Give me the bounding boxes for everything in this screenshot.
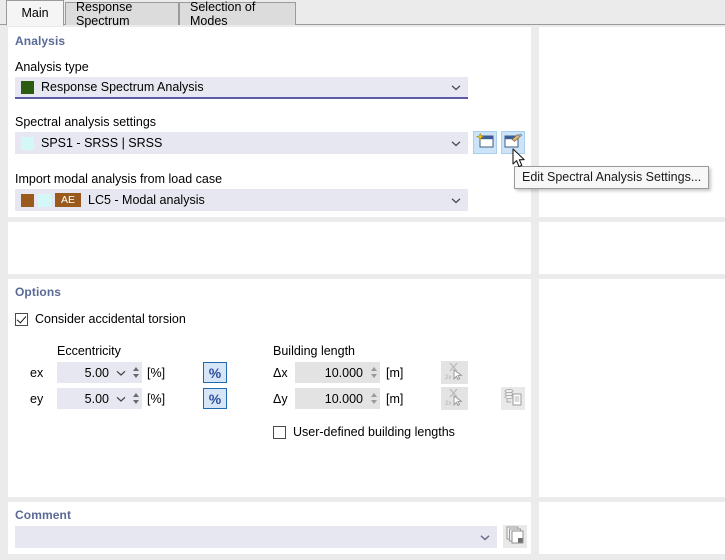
comment-combo[interactable] [15, 526, 497, 548]
building-length-y-stepper[interactable] [367, 389, 380, 408]
edit-spectral-analysis-settings-tooltip: Edit Spectral Analysis Settings... [514, 166, 710, 189]
svg-text:2x: 2x [445, 401, 451, 406]
analysis-type-label: Analysis type [15, 60, 89, 74]
spacer-panel [8, 222, 531, 274]
eccentricity-y-stepper[interactable] [129, 389, 142, 408]
right-panel-middle [539, 222, 725, 274]
eccentricity-y-input[interactable]: 5.00 [57, 388, 142, 409]
building-length-y-value: 10.000 [324, 391, 363, 406]
spectral-settings-color-swatch [21, 136, 34, 150]
building-length-y-input[interactable]: 10.000 [295, 388, 380, 409]
import-modal-analysis-combo[interactable]: AE LC5 - Modal analysis [15, 189, 468, 211]
building-length-x-stepper[interactable] [367, 363, 380, 382]
spectral-analysis-settings-value: SPS1 - SRSS | SRSS [41, 136, 163, 150]
user-defined-building-lengths-checkbox[interactable]: User-defined building lengths [273, 425, 455, 439]
right-panel-options [539, 279, 725, 497]
eccentricity-x-input[interactable]: 5.00 [57, 362, 142, 383]
eccentricity-y-unit: [%] [147, 392, 166, 406]
tab-main-label: Main [21, 6, 49, 20]
import-modal-analysis-label: Import modal analysis from load case [15, 172, 223, 186]
chevron-down-icon[interactable] [451, 139, 461, 148]
spectral-analysis-settings-combo[interactable]: SPS1 - SRSS | SRSS [15, 132, 468, 154]
import-modal-analysis-value: LC5 - Modal analysis [88, 193, 205, 207]
right-panel-comment [539, 502, 725, 554]
pick-from-model-icon: 2x [445, 362, 464, 383]
options-group-label: Options [15, 285, 62, 299]
analysis-type-value: Response Spectrum Analysis [41, 80, 204, 94]
new-spectral-analysis-settings-button[interactable] [473, 131, 497, 154]
chevron-down-icon[interactable] [451, 83, 461, 92]
eccentricity-y-value: 5.00 [84, 391, 109, 406]
svg-text:2x: 2x [445, 375, 451, 380]
eccentricity-x-percent-button[interactable]: % [203, 362, 227, 383]
mouse-cursor [512, 148, 526, 172]
pick-from-model-icon: 2x [445, 388, 464, 409]
building-length-x-input[interactable]: 10.000 [295, 362, 380, 383]
comment-library-button[interactable] [503, 525, 527, 548]
tooltip-text: Edit Spectral Analysis Settings... [522, 170, 702, 184]
building-length-y-label: Δy [273, 392, 288, 406]
building-length-x-unit: [m] [386, 366, 404, 380]
building-length-y-unit: [m] [386, 392, 404, 406]
load-case-type-badge: AE [55, 193, 81, 207]
comment-group-label: Comment [15, 508, 72, 522]
copy-documents-icon [506, 526, 524, 547]
response-spectrum-analysis-dialog: Main Response Spectrum Selection of Mode… [0, 0, 725, 560]
consider-accidental-torsion-label: Consider accidental torsion [35, 312, 186, 326]
new-window-star-icon [475, 132, 494, 153]
spectral-analysis-settings-label: Spectral analysis settings [15, 115, 157, 129]
analysis-type-color-swatch [21, 80, 34, 94]
analysis-type-combo[interactable]: Response Spectrum Analysis [15, 77, 468, 99]
load-case-color-swatch-1 [21, 193, 34, 207]
pick-building-length-x-button[interactable]: 2x [441, 361, 468, 384]
chevron-down-icon[interactable] [480, 533, 490, 542]
tab-response-spectrum-label: Response Spectrum [76, 0, 133, 28]
percent-icon: % [208, 364, 222, 381]
chevron-down-icon[interactable] [451, 196, 461, 205]
pick-building-length-y-button[interactable]: 2x [441, 387, 468, 410]
tab-bar: Main Response Spectrum Selection of Mode… [0, 0, 725, 28]
eccentricity-y-percent-button[interactable]: % [203, 388, 227, 409]
eccentricity-x-stepper[interactable] [129, 363, 142, 382]
analysis-group-label: Analysis [15, 34, 66, 48]
consider-accidental-torsion-checkbox[interactable]: Consider accidental torsion [15, 312, 186, 326]
load-case-color-swatch-2 [38, 193, 51, 207]
user-defined-building-lengths-label: User-defined building lengths [293, 425, 455, 439]
tab-main[interactable]: Main [6, 0, 64, 26]
eccentricity-x-unit: [%] [147, 366, 166, 380]
building-length-x-value: 10.000 [324, 365, 363, 380]
eccentricity-x-label: ex [30, 366, 44, 380]
checkbox-box-icon [15, 312, 28, 326]
eccentricity-group-label: Eccentricity [57, 344, 121, 358]
building-length-group-label: Building length [273, 344, 356, 358]
chevron-down-icon[interactable] [113, 368, 129, 378]
checkbox-box-icon [273, 425, 286, 439]
building-length-x-label: Δx [273, 366, 288, 380]
tab-selection-of-modes[interactable]: Selection of Modes [179, 0, 296, 28]
chevron-down-icon[interactable] [113, 394, 129, 404]
stack-document-icon [504, 388, 522, 409]
percent-icon: % [208, 390, 222, 407]
tab-response-spectrum[interactable]: Response Spectrum [65, 0, 179, 28]
tab-selection-of-modes-label: Selection of Modes [190, 0, 256, 28]
eccentricity-y-label: ey [30, 392, 44, 406]
eccentricity-x-value: 5.00 [84, 365, 109, 380]
building-length-library-button[interactable] [501, 387, 525, 410]
